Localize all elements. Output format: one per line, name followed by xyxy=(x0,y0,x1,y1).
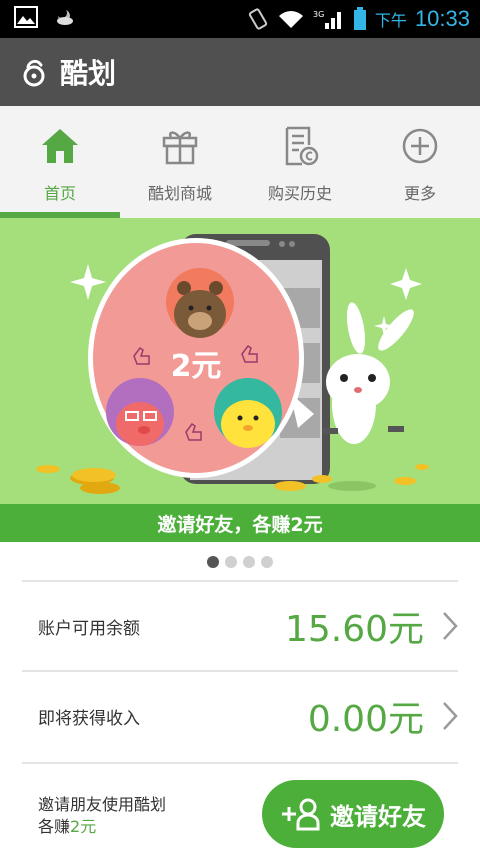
signal-icon: 3G xyxy=(313,10,341,29)
balance-label: 账户可用余额 xyxy=(38,618,140,639)
tab-more-label: 更多 xyxy=(403,184,436,203)
tab-history[interactable]: 购买历史 xyxy=(240,106,360,218)
tab-store-label: 酷划商城 xyxy=(147,184,212,203)
balance-row[interactable]: 账户可用余额 15.60元 xyxy=(22,580,458,670)
weather-notification-icon xyxy=(57,10,73,25)
chevron-right-icon xyxy=(424,696,458,736)
carousel-dot[interactable] xyxy=(207,556,219,568)
promo-banner[interactable]: 2元 xyxy=(0,218,480,508)
invite-friends-button[interactable]: 邀请好友 xyxy=(262,780,444,848)
gallery-notification-icon xyxy=(14,6,38,28)
carousel-dot[interactable] xyxy=(243,556,255,568)
upcoming-income-row[interactable]: 即将获得收入 0.00元 xyxy=(22,670,458,760)
banner-illustration: 2元 xyxy=(36,234,429,494)
add-friend-icon xyxy=(282,798,320,831)
wifi-icon xyxy=(278,11,303,28)
banner-caption[interactable]: 邀请好友，各赚2元 xyxy=(0,504,480,542)
tab-bar: 首页 酷划商城 购买历史 更多 xyxy=(0,106,480,218)
tab-more[interactable]: 更多 xyxy=(360,106,480,218)
home-icon xyxy=(42,129,78,163)
app-bar: 酷划 xyxy=(0,38,480,106)
status-bar: 3G 下午 10:33 xyxy=(0,0,480,38)
tab-history-label: 购买历史 xyxy=(267,184,332,203)
invite-row: 邀请朋友使用酷划 各赚2元 邀请好友 xyxy=(22,762,458,854)
tab-home-label: 首页 xyxy=(43,184,76,203)
tab-store[interactable]: 酷划商城 xyxy=(120,106,240,218)
plus-circle-icon xyxy=(402,128,438,164)
invite-line-2-prefix: 各赚 xyxy=(38,817,71,836)
tab-home[interactable]: 首页 xyxy=(0,106,120,218)
gift-icon xyxy=(162,131,198,165)
app-logo-icon[interactable] xyxy=(20,57,48,87)
battery-icon xyxy=(353,7,366,30)
chevron-right-icon xyxy=(424,606,458,646)
carousel-indicator xyxy=(0,556,480,568)
invite-amount: 2元 xyxy=(70,817,97,836)
clock-ampm: 下午 xyxy=(374,11,407,30)
invite-line-1: 邀请朋友使用酷划 xyxy=(38,795,167,814)
vibrate-icon xyxy=(248,8,268,30)
upcoming-income-value: 0.00元 xyxy=(307,699,424,740)
banner-bubble-text: 2元 xyxy=(171,349,222,384)
invite-friends-button-label: 邀请好友 xyxy=(330,802,426,831)
network-type: 3G xyxy=(313,10,324,19)
banner-caption-text: 邀请好友，各赚2元 xyxy=(157,513,323,536)
clock-time: 10:33 xyxy=(414,6,470,31)
upcoming-income-label: 即将获得收入 xyxy=(38,708,140,729)
invite-description: 邀请朋友使用酷划 各赚2元 xyxy=(38,794,166,838)
carousel-dot[interactable] xyxy=(225,556,237,568)
app-title: 酷划 xyxy=(60,57,117,90)
invite-line-2: 各赚2元 xyxy=(38,816,166,838)
carousel-dot[interactable] xyxy=(261,556,273,568)
balance-value: 15.60元 xyxy=(284,609,424,650)
receipt-icon xyxy=(285,126,319,166)
